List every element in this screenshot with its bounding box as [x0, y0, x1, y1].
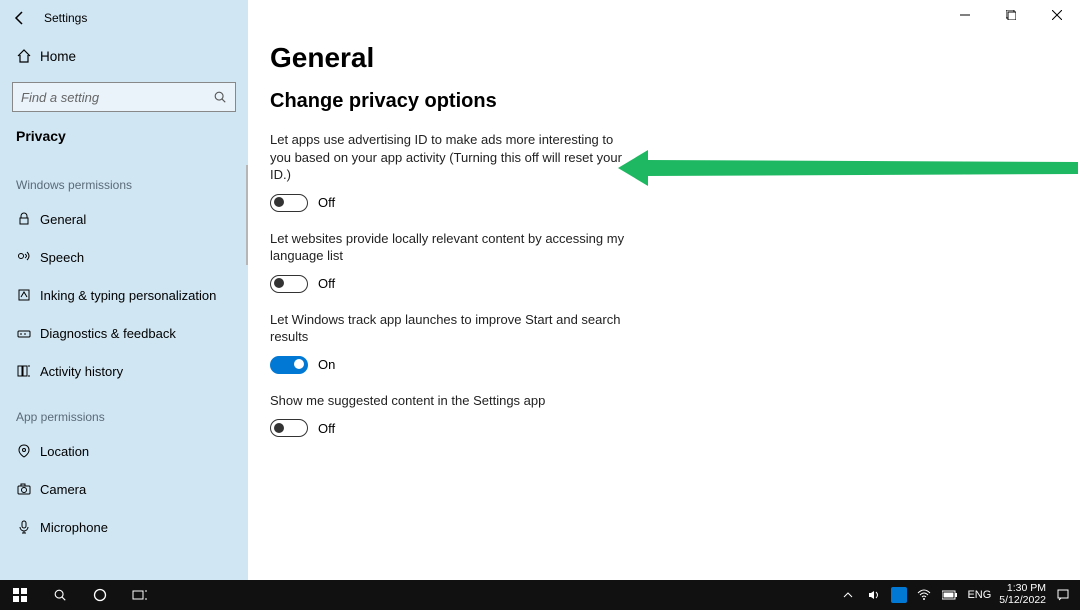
search-input[interactable]	[21, 90, 213, 105]
home-icon	[16, 48, 40, 64]
microphone-icon	[16, 519, 40, 535]
tray-app-icon[interactable]	[891, 587, 907, 603]
sidebar-item-label: Location	[40, 444, 89, 459]
category-label: Privacy	[0, 122, 248, 158]
nav-home-label: Home	[40, 49, 76, 64]
speech-icon	[16, 249, 40, 265]
tray-wifi-icon[interactable]	[915, 589, 933, 601]
sidebar: Settings Home Privacy Windows permission…	[0, 0, 248, 580]
inking-icon	[16, 287, 40, 303]
tray-clock[interactable]: 1:30 PM 5/12/2022	[999, 583, 1046, 606]
sidebar-item-location[interactable]: Location	[0, 432, 248, 470]
back-button[interactable]	[12, 10, 36, 26]
tray-language[interactable]: ENG	[967, 589, 991, 601]
activity-icon	[16, 363, 40, 379]
search-box[interactable]	[12, 82, 236, 112]
lock-icon	[16, 211, 40, 227]
setting-suggested-content: Show me suggested content in the Setting…	[270, 392, 830, 438]
sidebar-item-activity[interactable]: Activity history	[0, 352, 248, 390]
toggle-language-list[interactable]	[270, 275, 308, 293]
tray-chevron-icon[interactable]	[839, 590, 857, 600]
sidebar-item-diagnostics[interactable]: Diagnostics & feedback	[0, 314, 248, 352]
sidebar-item-label: Microphone	[40, 520, 108, 535]
setting-desc: Let Windows track app launches to improv…	[270, 311, 630, 346]
section-heading: Change privacy options	[270, 90, 830, 113]
tray-battery-icon[interactable]	[941, 590, 959, 600]
sidebar-item-speech[interactable]: Speech	[0, 238, 248, 276]
tray-volume-icon[interactable]	[865, 589, 883, 601]
sidebar-item-camera[interactable]: Camera	[0, 470, 248, 508]
start-button[interactable]	[0, 580, 40, 610]
nav-home[interactable]: Home	[0, 36, 248, 76]
main-content: General Change privacy options Let apps …	[248, 0, 1080, 580]
tray-notifications-icon[interactable]	[1054, 589, 1072, 601]
toggle-state: Off	[318, 195, 335, 210]
taskbar: ENG 1:30 PM 5/12/2022	[0, 580, 1080, 610]
setting-desc: Show me suggested content in the Setting…	[270, 392, 630, 410]
toggle-state: On	[318, 357, 335, 372]
sidebar-item-label: General	[40, 212, 86, 227]
toggle-state: Off	[318, 421, 335, 436]
setting-advertising-id: Let apps use advertising ID to make ads …	[270, 131, 830, 212]
group-app-permissions: App permissions	[0, 390, 248, 432]
camera-icon	[16, 481, 40, 497]
location-icon	[16, 443, 40, 459]
toggle-advertising-id[interactable]	[270, 194, 308, 212]
page-title: General	[270, 42, 830, 74]
setting-track-launches: Let Windows track app launches to improv…	[270, 311, 830, 374]
setting-desc: Let apps use advertising ID to make ads …	[270, 131, 630, 184]
sidebar-item-label: Speech	[40, 250, 84, 265]
diagnostics-icon	[16, 325, 40, 341]
search-icon	[213, 90, 227, 104]
toggle-state: Off	[318, 276, 335, 291]
setting-language-list: Let websites provide locally relevant co…	[270, 230, 830, 293]
sidebar-item-inking[interactable]: Inking & typing personalization	[0, 276, 248, 314]
task-view-button[interactable]	[120, 580, 160, 610]
sidebar-item-label: Camera	[40, 482, 86, 497]
toggle-track-launches[interactable]	[270, 356, 308, 374]
tray-date: 5/12/2022	[999, 595, 1046, 607]
taskbar-search-button[interactable]	[40, 580, 80, 610]
group-windows-permissions: Windows permissions	[0, 158, 248, 200]
toggle-suggested-content[interactable]	[270, 419, 308, 437]
cortana-button[interactable]	[80, 580, 120, 610]
sidebar-item-label: Activity history	[40, 364, 123, 379]
sidebar-item-label: Diagnostics & feedback	[40, 326, 176, 341]
window-title: Settings	[44, 11, 87, 25]
setting-desc: Let websites provide locally relevant co…	[270, 230, 630, 265]
sidebar-item-label: Inking & typing personalization	[40, 288, 216, 303]
sidebar-item-microphone[interactable]: Microphone	[0, 508, 248, 546]
titlebar: Settings	[0, 0, 248, 36]
sidebar-item-general[interactable]: General	[0, 200, 248, 238]
